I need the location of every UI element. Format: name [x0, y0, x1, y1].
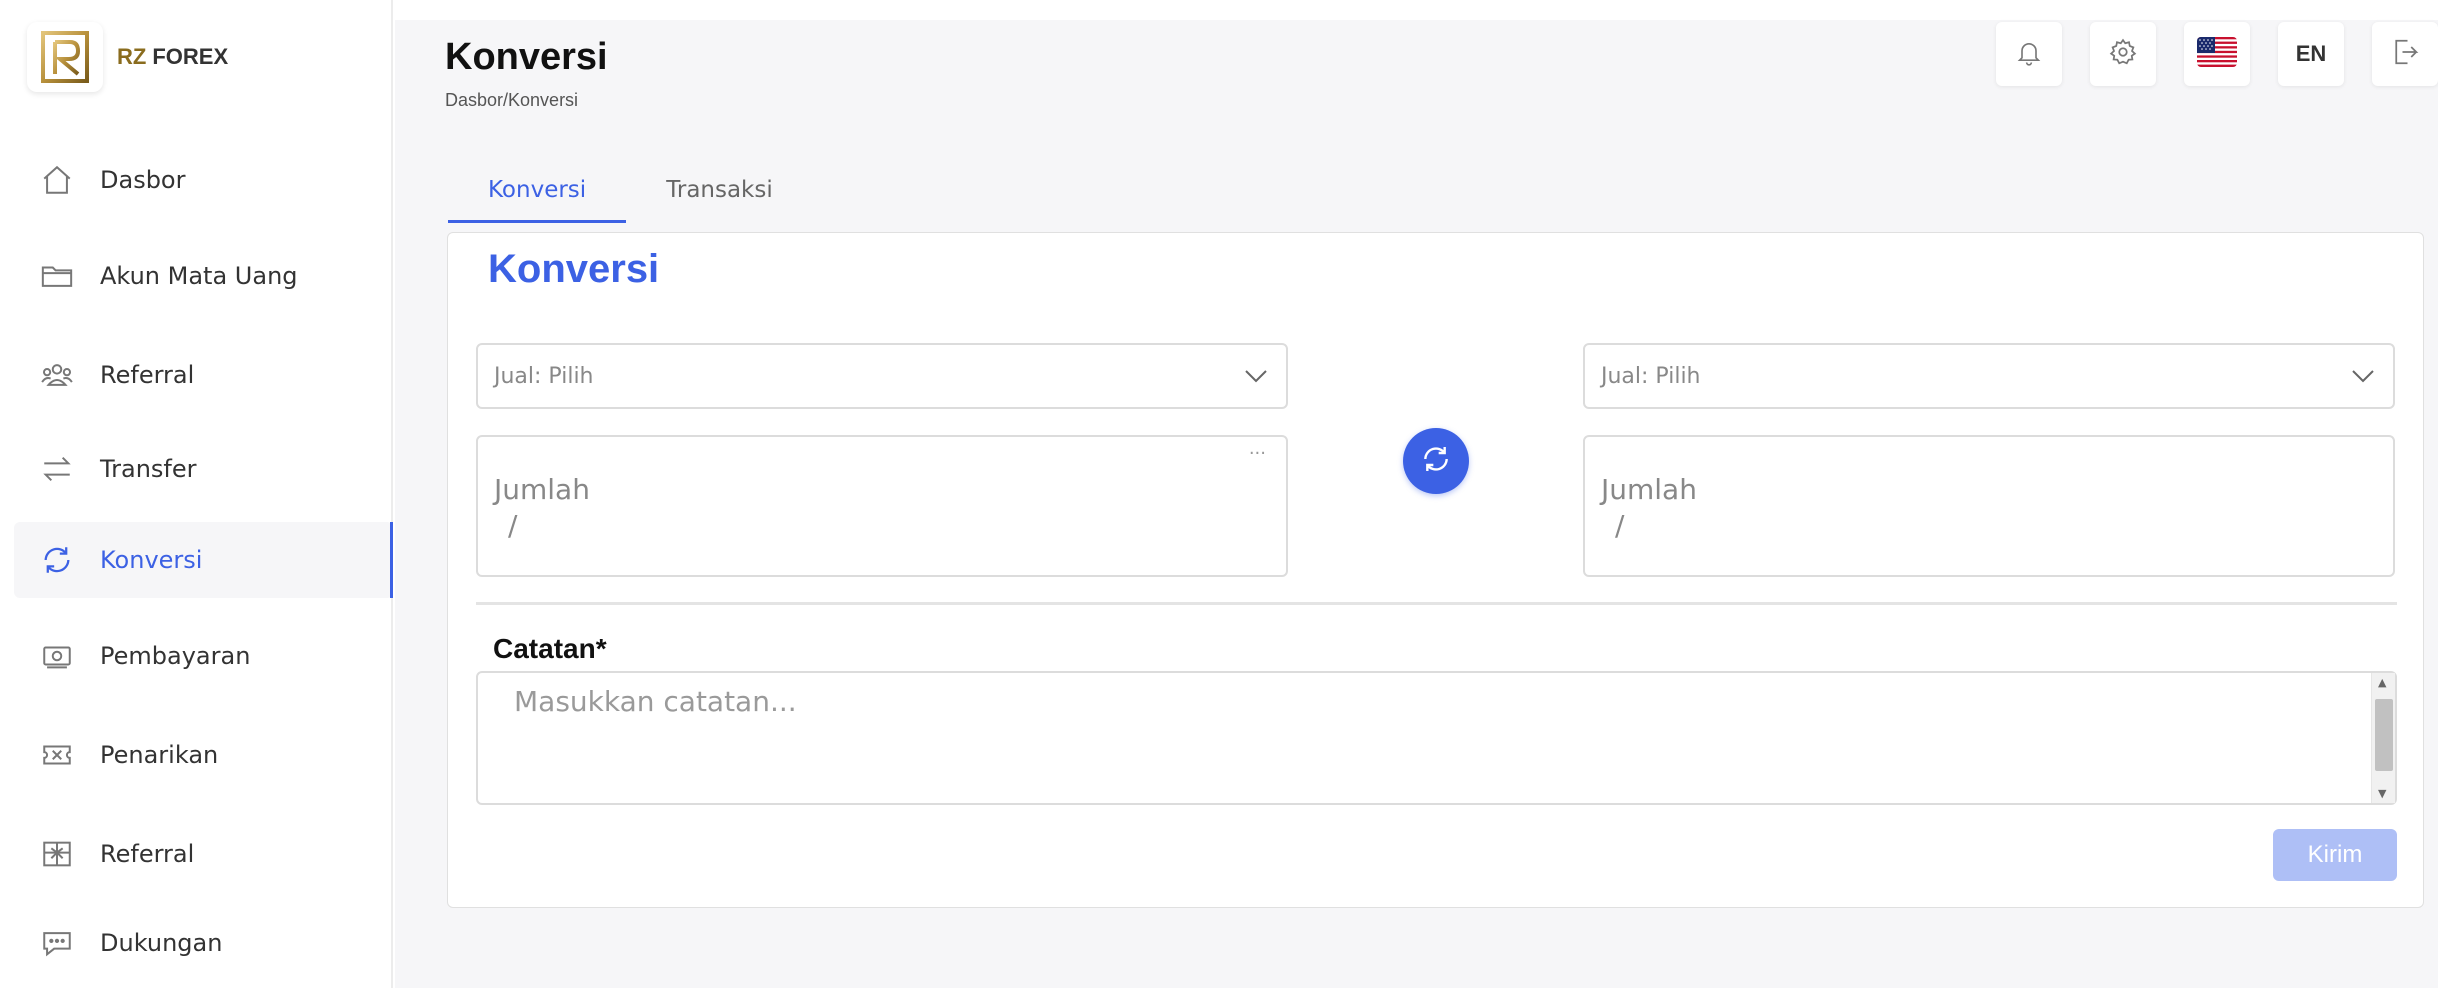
notes-textarea[interactable]: Masukkan catatan... ▲ ▼: [476, 671, 2397, 805]
more-icon[interactable]: ···: [1249, 443, 1266, 464]
sidebar-item-label: Pembayaran: [100, 642, 251, 670]
sidebar-item-label: Penarikan: [100, 741, 219, 769]
page-title: Konversi: [445, 36, 608, 78]
logo[interactable]: [27, 22, 103, 92]
chevron-down-icon: [2351, 369, 2375, 383]
amount-label: Jumlah: [1601, 473, 1697, 506]
transfer-icon: [40, 452, 80, 486]
sidebar-item-penarikan[interactable]: Penarikan: [14, 717, 393, 793]
gear-icon: [2108, 37, 2138, 71]
notes-label: Catatan*: [493, 633, 607, 664]
bell-icon: [2015, 38, 2043, 70]
users-icon: [40, 358, 80, 392]
logout-icon: [2390, 37, 2420, 71]
swap-currency-button[interactable]: [1403, 428, 1469, 494]
sidebar-item-label: Referral: [100, 361, 195, 389]
sidebar-item-label: Transfer: [100, 455, 197, 483]
notes-scrollbar[interactable]: ▲ ▼: [2371, 673, 2395, 803]
brand-prefix: RZ: [117, 44, 147, 69]
notifications-button[interactable]: [1996, 22, 2062, 86]
card-title: Konversi: [488, 247, 660, 291]
sidebar-item-transfer[interactable]: Transfer: [14, 431, 393, 507]
tab-konversi[interactable]: Konversi: [448, 160, 627, 223]
language-button[interactable]: EN: [2278, 22, 2344, 86]
scroll-up-arrow[interactable]: ▲: [2378, 677, 2386, 688]
select-placeholder: Jual: Pilih: [494, 363, 594, 389]
sidebar: RZFOREX Dasbor Akun Mata Uang Referral: [0, 0, 393, 988]
language-flag-button[interactable]: [2184, 22, 2250, 86]
sidebar-item-konversi[interactable]: Konversi: [14, 522, 393, 598]
sidebar-item-label: Dasbor: [100, 166, 186, 194]
select-placeholder: Jual: Pilih: [1601, 363, 1701, 389]
money-icon: [40, 639, 80, 673]
language-code: EN: [2295, 41, 2327, 66]
sidebar-item-label: Akun Mata Uang: [100, 262, 298, 290]
sidebar-item-label: Konversi: [100, 546, 203, 574]
sidebar-item-dukungan[interactable]: Dukungan: [14, 905, 393, 981]
submit-button[interactable]: Kirim: [2273, 829, 2397, 881]
main-content: Konversi Dasbor/Konversi EN Konversi Tra…: [395, 20, 2438, 988]
ticket-icon: [40, 738, 80, 772]
logout-button[interactable]: [2372, 22, 2438, 86]
amount-currency-pair: /: [1615, 509, 1625, 542]
sidebar-item-referral[interactable]: Referral: [14, 337, 393, 413]
scroll-thumb[interactable]: [2375, 699, 2393, 771]
brand-name: RZ FOREX: [117, 44, 228, 70]
amount-input-right[interactable]: Jumlah /: [1583, 435, 2395, 577]
tab-bar: Konversi Transaksi: [448, 160, 813, 223]
notes-placeholder: Masukkan catatan...: [514, 685, 797, 718]
settings-button[interactable]: [2090, 22, 2156, 86]
scroll-down-arrow[interactable]: ▼: [2378, 788, 2386, 799]
top-actions: EN: [1968, 22, 2438, 86]
sidebar-item-label: Dukungan: [100, 929, 223, 957]
tab-transaksi[interactable]: Transaksi: [626, 160, 813, 220]
chat-icon: [40, 926, 80, 960]
chevron-down-icon: [1244, 369, 1268, 383]
brand-suffix: FOREX: [152, 44, 229, 69]
amount-label: Jumlah: [494, 473, 590, 506]
sidebar-item-akun-mata-uang[interactable]: Akun Mata Uang: [14, 238, 393, 314]
sell-currency-select-left[interactable]: Jual: Pilih: [476, 343, 1288, 409]
breadcrumb[interactable]: Dasbor/Konversi: [445, 90, 578, 111]
amount-input-left[interactable]: Jumlah / ···: [476, 435, 1288, 577]
sell-currency-select-right[interactable]: Jual: Pilih: [1583, 343, 2395, 409]
refresh-icon: [40, 543, 80, 577]
sidebar-item-referral-gift[interactable]: Referral: [14, 816, 393, 892]
amount-currency-pair: /: [508, 509, 518, 542]
folder-icon: [40, 259, 80, 293]
divider: [476, 602, 2397, 605]
us-flag-icon: [2197, 37, 2237, 71]
home-icon: [40, 163, 80, 197]
conversion-card: Konversi Jual: Pilih Jual: Pilih Jumlah …: [447, 232, 2424, 908]
sidebar-item-label: Referral: [100, 840, 195, 868]
sidebar-item-pembayaran[interactable]: Pembayaran: [14, 618, 393, 694]
refresh-icon: [1420, 443, 1452, 479]
brand[interactable]: RZ FOREX: [27, 22, 228, 92]
sidebar-item-dasbor[interactable]: Dasbor: [14, 142, 393, 218]
gift-icon: [40, 837, 80, 871]
